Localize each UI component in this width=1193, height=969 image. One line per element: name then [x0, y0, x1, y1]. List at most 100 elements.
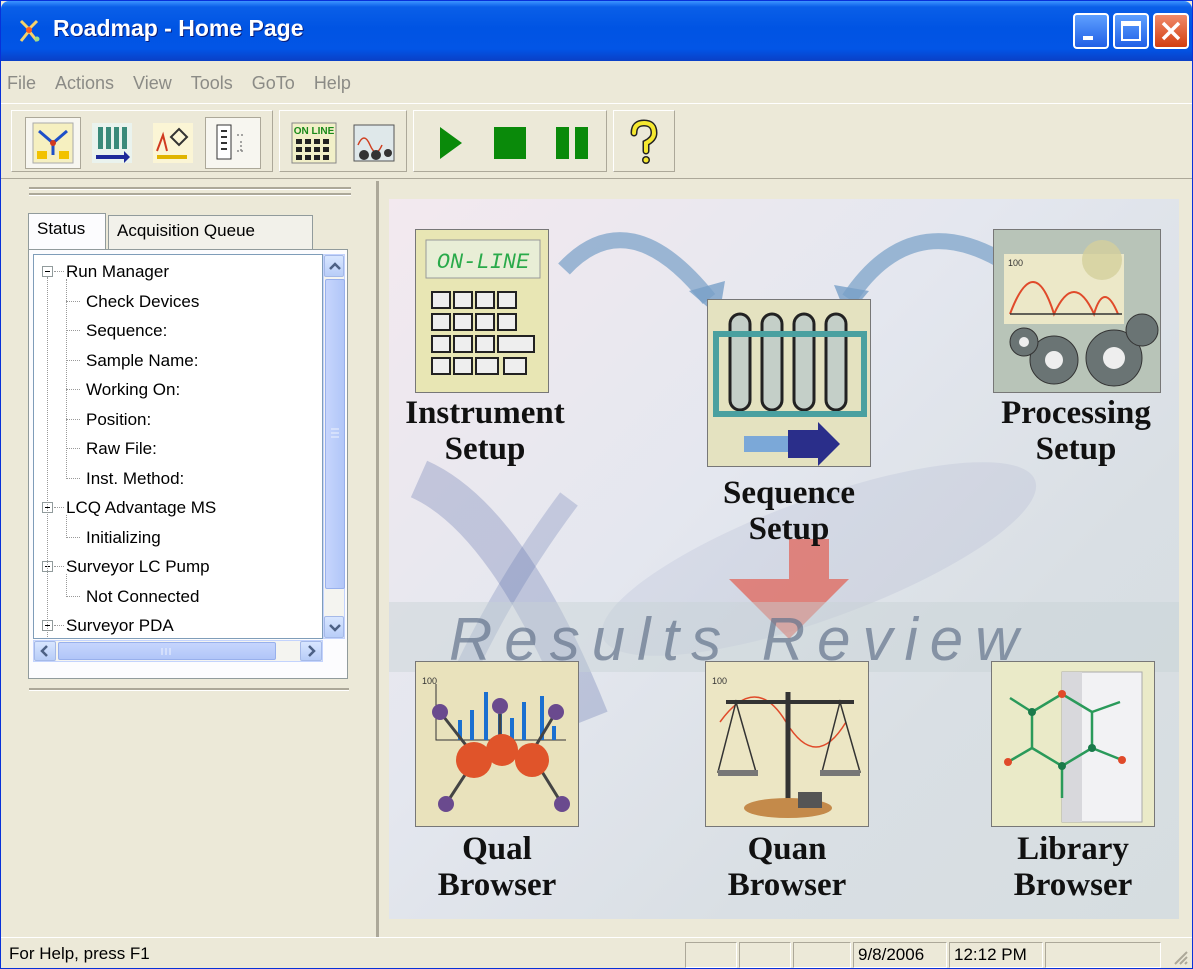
- pause-button[interactable]: [544, 117, 600, 169]
- qual-browser-button[interactable]: 100: [415, 661, 579, 827]
- tree-label: Working On:: [86, 380, 181, 399]
- scroll-up-button[interactable]: [324, 255, 344, 277]
- online-view-button[interactable]: ON LINE: [286, 117, 342, 169]
- tree-leaf[interactable]: Not Connected: [66, 582, 199, 611]
- tree-node[interactable]: Surveyor LC Pump: [42, 552, 210, 581]
- roadmap-view-button[interactable]: [25, 117, 81, 169]
- toolbar: ON LINE: [1, 103, 1192, 179]
- title-bar[interactable]: Roadmap - Home Page: [1, 1, 1192, 61]
- menu-view[interactable]: View: [133, 73, 172, 94]
- menu-help[interactable]: Help: [314, 73, 351, 94]
- library-browser-label[interactable]: Library Browser: [983, 831, 1163, 903]
- sequence-setup-label-line1: Sequence: [723, 475, 855, 511]
- resize-grip-icon[interactable]: [1171, 948, 1189, 966]
- processing-view-icon: [153, 123, 193, 163]
- splitter-top[interactable]: [29, 187, 351, 190]
- tree-connector: [66, 448, 80, 449]
- tree-connector: [54, 271, 64, 272]
- tab-acquisition-queue[interactable]: Acquisition Queue: [108, 215, 313, 249]
- horizontal-scroll-thumb[interactable]: [58, 642, 276, 660]
- library-browser-button[interactable]: [991, 661, 1155, 827]
- processing-setup-label-line1: Processing: [1001, 395, 1151, 431]
- quan-browser-label[interactable]: Quan Browser: [697, 831, 877, 903]
- processing-setup-button[interactable]: 100: [993, 229, 1161, 393]
- run-toolbar-group: [413, 110, 607, 172]
- tree-leaf[interactable]: Working On:: [66, 375, 181, 404]
- processing-view-button[interactable]: [145, 117, 201, 169]
- tree-leaf[interactable]: Sample Name:: [66, 346, 199, 375]
- tree-leaf[interactable]: Check Devices: [66, 287, 199, 316]
- processing-gears-icon: 100: [1004, 240, 1159, 387]
- tree-connector: [66, 536, 80, 538]
- qual-browser-label[interactable]: Qual Browser: [407, 831, 587, 903]
- instrument-setup-label-line1: Instrument: [405, 395, 565, 431]
- roadmap-view: Results Review ON-LINE Instrument Setup …: [383, 183, 1192, 935]
- sequence-view-button[interactable]: [84, 117, 140, 169]
- tree-node[interactable]: LCQ Advantage MS: [42, 493, 216, 522]
- processing-axis-label: 100: [1008, 258, 1023, 268]
- close-button[interactable]: [1153, 13, 1189, 49]
- tree-label: Surveyor LC Pump: [66, 557, 210, 576]
- tree-leaf[interactable]: Sequence:: [66, 316, 167, 345]
- online-view-icon: ON LINE: [291, 122, 337, 164]
- status-tree[interactable]: Run Manager Check Devices Sequence: Sample …: [33, 254, 323, 639]
- help-icon: [630, 119, 658, 164]
- status-indicator-2: [739, 942, 791, 968]
- help-button[interactable]: [616, 117, 672, 169]
- menu-file[interactable]: File: [7, 73, 36, 94]
- menu-tools[interactable]: Tools: [191, 73, 233, 94]
- status-date: 9/8/2006: [853, 942, 947, 968]
- grip-icon: [331, 428, 339, 438]
- processing-setup-label-line2: Setup: [1035, 431, 1117, 467]
- processing-setup-label[interactable]: Processing Setup: [983, 395, 1169, 467]
- scroll-down-button[interactable]: [324, 616, 344, 638]
- sequence-setup-label[interactable]: Sequence Setup: [699, 475, 879, 547]
- tab-status[interactable]: Status: [28, 213, 106, 249]
- stop-button[interactable]: [482, 117, 538, 169]
- tree-label: Position:: [86, 409, 152, 429]
- view-toolbar-group: [11, 110, 273, 172]
- status-bar: For Help, press F1 9/8/2006 12:12 PM: [1, 937, 1192, 969]
- horizontal-scrollbar[interactable]: [33, 640, 323, 662]
- scroll-right-button[interactable]: [300, 641, 322, 661]
- maximize-button[interactable]: [1113, 13, 1149, 49]
- tree-label: Inst. Method:: [86, 468, 185, 488]
- sequence-setup-button[interactable]: [707, 299, 871, 467]
- library-browser-label-line2: Browser: [1013, 867, 1133, 903]
- tree-leaf[interactable]: Position:: [66, 405, 152, 434]
- tree-connector: [66, 359, 80, 361]
- tree-label: Sample Name:: [86, 350, 199, 370]
- instrument-status-button[interactable]: [346, 117, 402, 169]
- balance-scale-icon: 100: [712, 676, 861, 818]
- online-toolbar-group: ON LINE: [279, 110, 407, 172]
- application-window: Roadmap - Home Page File Actions View To…: [0, 0, 1193, 969]
- menu-goto[interactable]: GoTo: [252, 73, 295, 94]
- tree-connector: [54, 625, 64, 626]
- scroll-left-button[interactable]: [34, 641, 56, 661]
- qual-axis-label: 100: [422, 676, 437, 686]
- run-icon: [440, 127, 462, 159]
- sequence-view-icon: [92, 123, 132, 163]
- menu-actions[interactable]: Actions: [55, 73, 114, 94]
- collapse-toggle-icon[interactable]: [42, 266, 53, 277]
- splitter-bottom[interactable]: [29, 688, 349, 691]
- run-button[interactable]: [420, 117, 476, 169]
- online-keypad-icon: ON-LINE: [425, 239, 541, 375]
- chevron-down-icon: [329, 624, 341, 632]
- vertical-scrollbar[interactable]: [323, 254, 345, 639]
- quan-axis-label: 100: [712, 676, 727, 686]
- tree-label: Surveyor PDA: [66, 616, 174, 635]
- tree-leaf[interactable]: Raw File:: [66, 434, 157, 463]
- tree-node[interactable]: Surveyor PDA: [42, 611, 174, 638]
- quan-browser-button[interactable]: 100: [705, 661, 869, 827]
- instrument-setup-button[interactable]: ON-LINE: [415, 229, 549, 393]
- vertical-scroll-thumb[interactable]: [325, 279, 345, 589]
- instrument-setup-label[interactable]: Instrument Setup: [395, 395, 575, 467]
- status-panel-button[interactable]: [205, 117, 261, 169]
- tree-node[interactable]: Run Manager: [42, 257, 169, 286]
- tree-leaf[interactable]: Inst. Method:: [66, 464, 185, 493]
- minimize-icon: [1083, 36, 1093, 40]
- online-label: ON LINE: [294, 126, 335, 137]
- tree-leaf[interactable]: Initializing: [66, 523, 161, 552]
- minimize-button[interactable]: [1073, 13, 1109, 49]
